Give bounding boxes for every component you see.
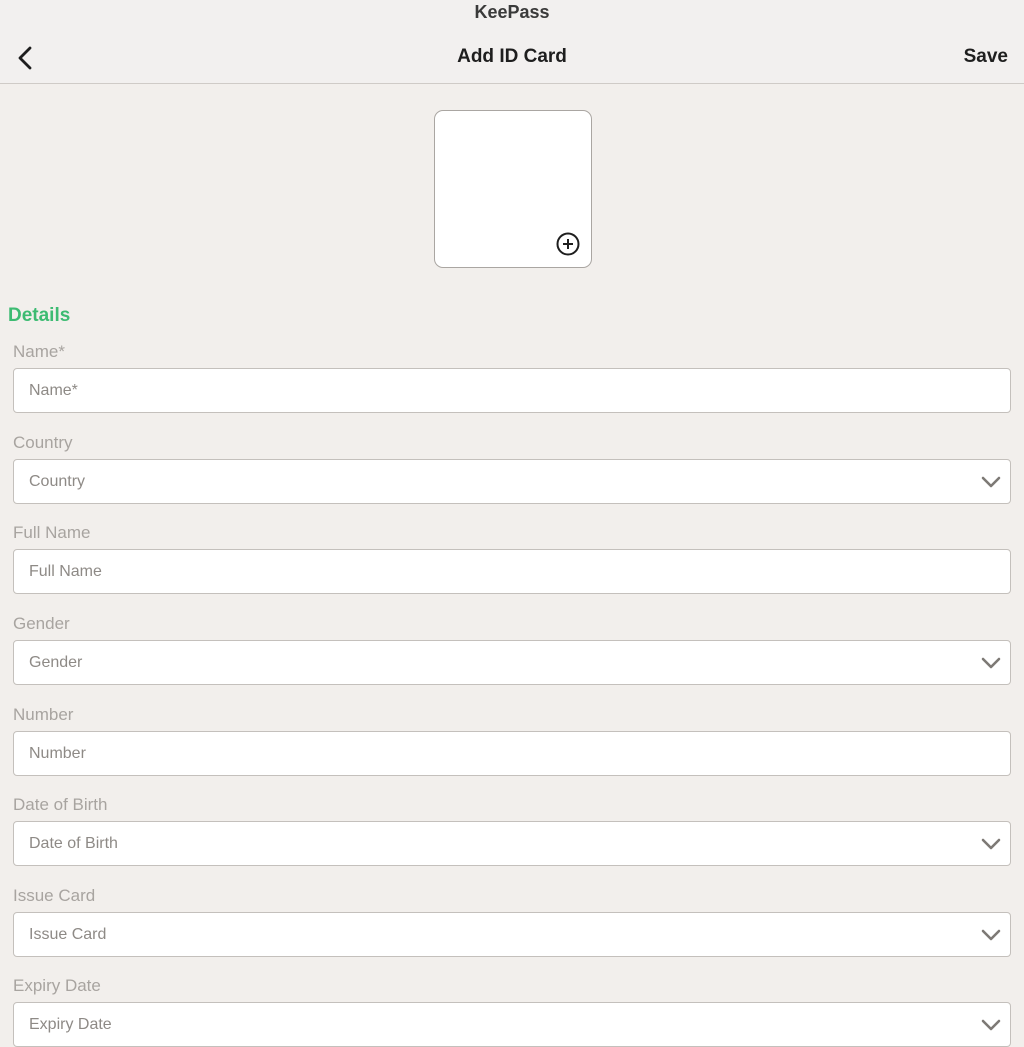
- full-name-field: [13, 549, 1011, 594]
- name-label: Name*: [13, 342, 65, 361]
- expiry-date-select[interactable]: Expiry Date: [13, 1002, 1011, 1047]
- gender-select-value: Gender: [29, 654, 83, 671]
- full-name-label: Full Name: [13, 523, 91, 542]
- country-select-value: Country: [29, 473, 86, 490]
- chevron-down-icon: [980, 653, 1002, 673]
- page-title: Add ID Card: [457, 46, 567, 67]
- number-input[interactable]: [29, 732, 949, 775]
- number-label: Number: [13, 705, 74, 724]
- chevron-down-icon: [980, 1015, 1002, 1035]
- expiry-date-label: Expiry Date: [13, 976, 101, 995]
- country-label: Country: [13, 433, 73, 452]
- issue-card-select-value: Issue Card: [29, 926, 107, 943]
- number-field: [13, 731, 1011, 776]
- photo-picker[interactable]: [434, 110, 592, 268]
- date-of-birth-label: Date of Birth: [13, 795, 108, 814]
- name-input[interactable]: [29, 369, 949, 412]
- date-of-birth-select[interactable]: Date of Birth: [13, 821, 1011, 866]
- save-button[interactable]: Save: [964, 28, 1008, 86]
- window-title: KeePass: [0, 0, 1024, 28]
- date-of-birth-select-value: Date of Birth: [29, 835, 118, 852]
- chevron-down-icon: [980, 834, 1002, 854]
- issue-card-label: Issue Card: [13, 886, 96, 905]
- country-select[interactable]: Country: [13, 459, 1011, 504]
- issue-card-select[interactable]: Issue Card: [13, 912, 1011, 957]
- navbar: Add ID Card Save: [0, 28, 1024, 84]
- full-name-input[interactable]: [29, 550, 949, 593]
- plus-circle-icon[interactable]: [555, 231, 581, 257]
- gender-select[interactable]: Gender: [13, 640, 1011, 685]
- chevron-down-icon: [980, 472, 1002, 492]
- details-section-title: Details: [8, 305, 71, 326]
- name-field: [13, 368, 1011, 413]
- gender-label: Gender: [13, 614, 70, 633]
- chevron-down-icon: [980, 925, 1002, 945]
